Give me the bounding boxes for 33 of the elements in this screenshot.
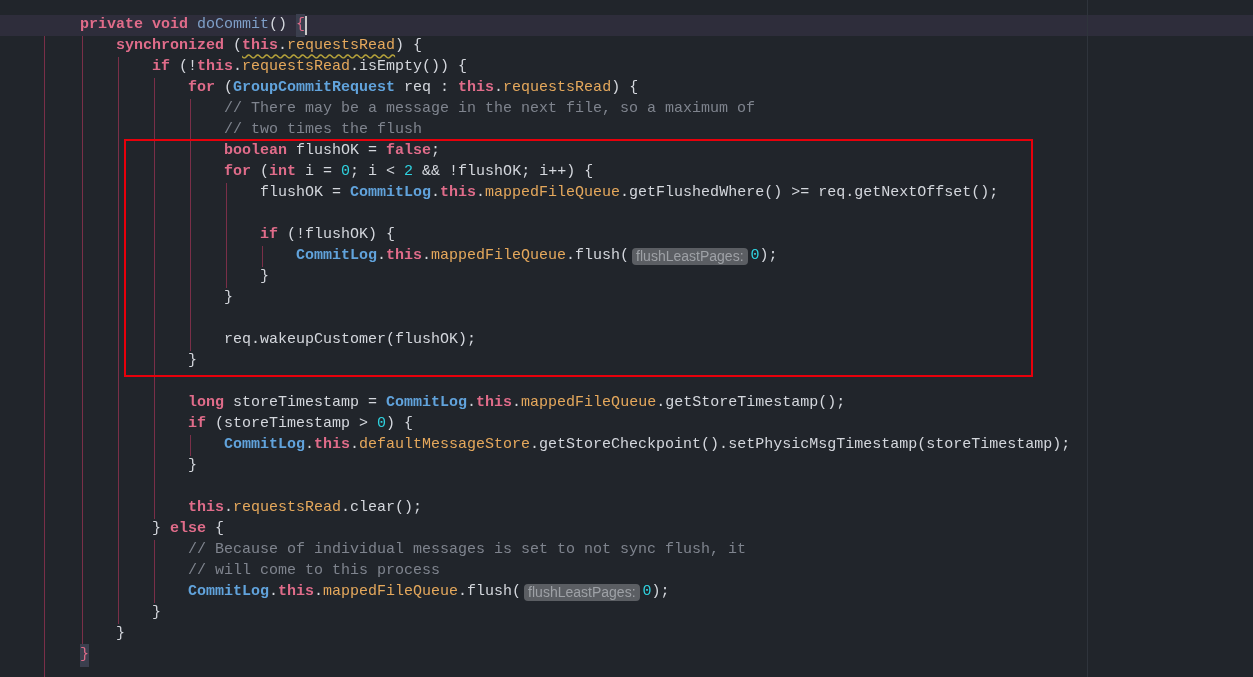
- code-text: } else {: [152, 519, 225, 540]
- code-text: }: [260, 267, 269, 288]
- parameter-hint: flushLeastPages:: [524, 584, 640, 601]
- code-text: // There may be a message in the next file, so a maximum of: [224, 99, 756, 120]
- code-text: CommitLog.this.mappedFileQueue.flush(: [296, 246, 630, 267]
- code-text: CommitLog.this.mappedFileQueue.flush(: [188, 582, 522, 603]
- code-text: }: [188, 351, 197, 372]
- code-text: 0);: [642, 582, 670, 603]
- code-text: }: [188, 456, 197, 477]
- code-text: 0);: [750, 246, 778, 267]
- code-text: synchronized (this.requestsRead) {: [116, 36, 423, 57]
- code-text: for (GroupCommitRequest req : this.requestsRead) {: [188, 78, 639, 99]
- code-text: // Because of individual messages is set to not sync flush, it: [188, 540, 747, 561]
- text-cursor: [305, 16, 308, 35]
- code-text: // two times the flush: [224, 120, 423, 141]
- code-text: // will come to this process: [188, 561, 441, 582]
- code-text: }: [224, 288, 233, 309]
- code-text: for (int i = 0; i < 2 && !flushOK; i++) {: [224, 162, 594, 183]
- code-text: }: [116, 624, 125, 645]
- code-text: flushOK = CommitLog.this.mappedFileQueue.getFlushedWhere() >= req.getNextOffset();: [260, 183, 999, 204]
- code-text: CommitLog.this.defaultMessageStore.getStoreCheckpoint().setPhysicMsgTimestamp(storeTimestamp);: [224, 435, 1071, 456]
- code-text: long storeTimestamp = CommitLog.this.mappedFileQueue.getStoreTimestamp();: [188, 393, 846, 414]
- code-text: if (!this.requestsRead.isEmpty()) {: [152, 57, 468, 78]
- code-text: req.wakeupCustomer(flushOK);: [224, 330, 477, 351]
- code-text: if (storeTimestamp > 0) {: [188, 414, 414, 435]
- code-text: this.requestsRead.clear();: [188, 498, 423, 519]
- matched-brace: }: [80, 644, 89, 667]
- parameter-hint: flushLeastPages:: [632, 248, 748, 265]
- matched-brace: {: [296, 14, 306, 37]
- code-text: if (!flushOK) {: [260, 225, 396, 246]
- code-text: }: [152, 603, 161, 624]
- code-text: boolean flushOK = false;: [224, 141, 441, 162]
- code-text: private void doCommit(): [80, 15, 289, 36]
